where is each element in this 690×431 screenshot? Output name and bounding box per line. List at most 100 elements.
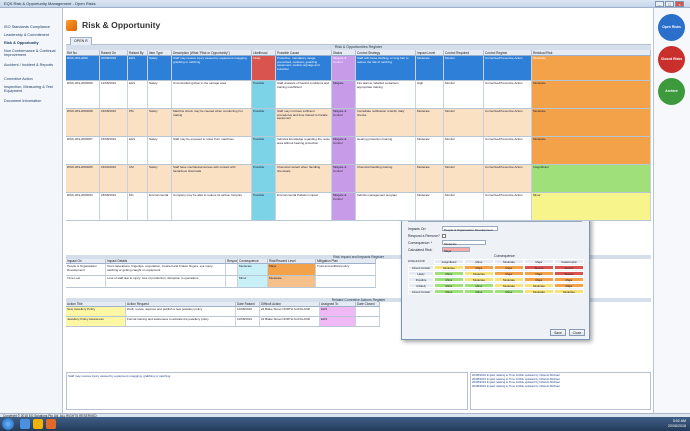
table-cell: Staff unaware of hazard conditions and t…: [276, 81, 332, 108]
table-cell: RISK-003-2000005: [66, 165, 100, 192]
impact-cell: [316, 276, 376, 287]
table-cell: Safety: [148, 165, 172, 192]
table-cell: Moderate: [416, 56, 444, 80]
sidebar-item-iso[interactable]: ISO Standards Compliance: [4, 25, 50, 29]
matrix-cell[interactable]: Minor: [434, 271, 464, 276]
matrix-cell[interactable]: Minor: [434, 277, 464, 282]
action-cell: 22 Blake Street NORTH AUCKLAND: [260, 317, 320, 326]
tab-bar: OPEN R: [66, 36, 651, 45]
matrix-cell[interactable]: Minor: [434, 289, 464, 294]
close-button[interactable]: Close: [569, 329, 585, 336]
right-panel: Open Risks Closed Risks Archive: [653, 8, 690, 413]
matrix-col-header: Major: [524, 259, 554, 264]
action-row[interactable]: Jewellery Policy Awareness Formal trainin…: [66, 317, 380, 327]
action-cell: New Jewellery Policy: [66, 307, 126, 316]
table-cell: Protective, mandatory usage, prescribed,…: [276, 56, 332, 80]
matrix-col-header: Moderate: [494, 259, 524, 264]
matrix-cell[interactable]: Major: [554, 283, 584, 288]
matrix-cell[interactable]: Moderate: [524, 289, 554, 294]
impact-on-select[interactable]: People & Organisation Development: [442, 226, 498, 232]
matrix-cell[interactable]: Major: [494, 265, 524, 270]
table-cell: Fire alarms, labelled containers, approp…: [356, 81, 416, 108]
start-button-icon[interactable]: [2, 418, 14, 430]
explorer-icon[interactable]: [20, 419, 30, 429]
table-cell: Monitor: [444, 165, 484, 192]
table-cell: Mitigate: [332, 81, 356, 108]
table-cell: Possible: [252, 137, 276, 164]
matrix-cell[interactable]: Major: [524, 271, 554, 276]
matrix-cell[interactable]: Severe: [554, 265, 584, 270]
table-cell: Moderate: [416, 137, 444, 164]
matrix-cell[interactable]: Minor: [464, 289, 494, 294]
action-cell: 22 Blake Street NORTH AUCKLAND: [260, 307, 320, 316]
matrix-cell[interactable]: Moderate: [524, 283, 554, 288]
table-cell: Uncontrolled ignition in the storage are…: [172, 81, 252, 108]
sidebar-item-inspection[interactable]: Inspection, Measuring & Test Equipment: [4, 85, 60, 93]
table-row[interactable]: RISK-003-2000007 16/08/2016 EHS Safety Staff…: [66, 137, 651, 165]
sidebar-item-accident[interactable]: Accident / Incident & Reports: [4, 63, 60, 67]
matrix-cell[interactable]: Minor: [464, 283, 494, 288]
sidebar-item-nonconformance[interactable]: Non Conformance & Continual Improvement: [4, 49, 60, 57]
matrix-cell[interactable]: Moderate: [494, 283, 524, 288]
table-cell: Monitor: [444, 193, 484, 220]
table-row[interactable]: RISK-003-2000003 18/08/2016 MC Environmenta…: [66, 193, 651, 221]
archive-button[interactable]: Archive: [658, 78, 685, 105]
minimize-button[interactable]: –: [655, 1, 664, 7]
save-button[interactable]: Save: [550, 329, 566, 336]
table-cell: Monitor: [444, 109, 484, 136]
table-cell: RISK-003-2000009: [66, 81, 100, 108]
impact-cell: Minor: [238, 276, 268, 287]
respond-checkbox[interactable]: [442, 234, 446, 238]
impact-row[interactable]: Time Lost Loss of staff due to injury; lo…: [66, 276, 376, 288]
action-row[interactable]: New Jewellery Policy Draft, review, appro…: [66, 307, 380, 317]
sidebar-item-corrective[interactable]: Corrective Action: [4, 77, 33, 81]
matrix-cell[interactable]: Moderate: [494, 277, 524, 282]
page-title: Risk & Opportunity: [82, 20, 161, 30]
sidebar-item-document[interactable]: Document Information: [4, 99, 41, 103]
table-cell: High: [416, 81, 444, 108]
matrix-cell[interactable]: Major: [464, 265, 494, 270]
table-cell: Safety: [148, 81, 172, 108]
matrix-cell[interactable]: Moderate: [464, 277, 494, 282]
matrix-cell[interactable]: Severe: [524, 265, 554, 270]
matrix-cell[interactable]: Moderate: [554, 289, 584, 294]
matrix-cell[interactable]: Moderate: [464, 271, 494, 276]
table-cell: Monitor: [444, 137, 484, 164]
close-window-button[interactable]: ×: [675, 1, 684, 7]
matrix-cell[interactable]: Major: [494, 271, 524, 276]
open-risks-button[interactable]: Open Risks: [658, 14, 685, 41]
eqs-app-icon[interactable]: [46, 419, 56, 429]
table-row[interactable]: RISK-003-2000009 12/06/2016 EHS Safety Uncon…: [66, 81, 651, 109]
table-cell: Moderate: [416, 165, 444, 192]
impact-cell: Moderate: [238, 264, 268, 275]
impact-cell: [226, 264, 238, 275]
table-row[interactable]: RISK-003-2000008 16/08/2016 PM Safety Machin…: [66, 109, 651, 137]
table-row[interactable]: RISK-003-2000 20/08/2018 EHS Safety Staff ma…: [66, 56, 651, 81]
impact-cell: Time Lost: [66, 276, 106, 287]
table-cell: Staff may be exposed to noise from machi…: [172, 137, 252, 164]
matrix-cell[interactable]: Moderate: [434, 265, 464, 270]
table-cell: EHS: [128, 137, 148, 164]
matrix-cell[interactable]: Minor: [494, 289, 524, 294]
matrix-cell[interactable]: Major: [554, 277, 584, 282]
matrix-cell[interactable]: Major: [524, 277, 554, 282]
folder-icon[interactable]: [33, 419, 43, 429]
table-cell: 16/08/2016: [100, 137, 128, 164]
maximize-button[interactable]: □: [665, 1, 674, 7]
sidebar-item-leadership[interactable]: Leadership & Commitment: [4, 33, 49, 37]
matrix-cell[interactable]: Minor: [434, 283, 464, 288]
table-row[interactable]: RISK-003-2000005 16/03/2016 CM Safety Staff …: [66, 165, 651, 193]
matrix-title: Consequence: [494, 254, 515, 258]
impact-cell: [226, 276, 238, 287]
table-cell: Moderate: [532, 81, 651, 108]
sidebar-item-risk[interactable]: Risk & Opportunity: [4, 41, 39, 45]
tab-open-risks[interactable]: OPEN R: [70, 37, 92, 45]
closed-risks-button[interactable]: Closed Risks: [658, 46, 685, 73]
impact-row[interactable]: People & Organisation Development Team la…: [66, 264, 376, 276]
matrix-row-label: Possible: [408, 277, 434, 282]
table-cell: Moderate: [416, 109, 444, 136]
matrix-cell[interactable]: Severe: [554, 271, 584, 276]
clock-date: 20/08/2018: [668, 423, 686, 428]
consequence-select[interactable]: Moderate: [442, 240, 486, 246]
impact-cell: Moderate: [268, 276, 316, 287]
